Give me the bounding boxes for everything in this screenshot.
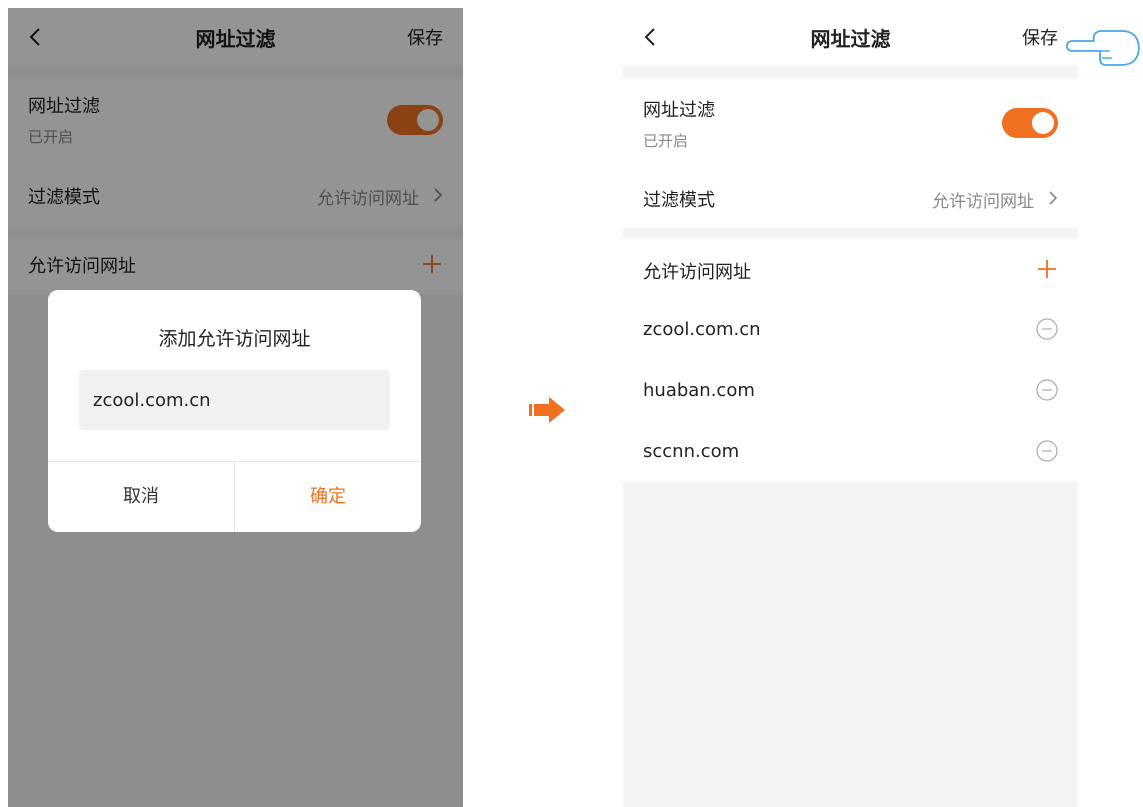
url-text: huaban.com [643,380,755,401]
allowed-urls-header: 允许访问网址 [643,262,751,283]
arrow-right-icon [527,395,567,425]
chevron-right-icon[interactable] [1046,187,1060,209]
save-button[interactable]: 保存 [1022,24,1058,50]
plus-icon[interactable] [1036,258,1058,280]
url-text: zcool.com.cn [643,319,761,340]
allowed-urls-card: 允许访问网址 zcool.com.cn huaban.com sccnn.com [623,238,1078,482]
cancel-button[interactable]: 取消 [48,461,234,532]
list-item: huaban.com [623,360,1078,421]
url-input[interactable] [79,370,390,430]
list-header: 允许访问网址 [623,238,1078,299]
pointing-hand-icon [1064,24,1142,68]
list-item: zcool.com.cn [623,299,1078,360]
list-item: sccnn.com [623,421,1078,482]
mode-value[interactable]: 允许访问网址 [932,187,1034,212]
filter-toggle[interactable] [1002,108,1058,138]
left-screen: 网址过滤 保存 网址过滤 已开启 过滤模式 允许访问网址 允许访问网址 添加允许… [8,8,463,807]
dialog-title: 添加允许访问网址 [158,328,311,350]
mode-label: 过滤模式 [643,190,715,211]
url-text: sccnn.com [643,441,740,462]
settings-card: 网址过滤 已开启 过滤模式 允许访问网址 [623,78,1078,228]
filter-label: 网址过滤 [643,100,715,121]
toggle-knob [1032,112,1054,134]
remove-icon[interactable] [1036,379,1058,401]
add-url-dialog: 添加允许访问网址 取消 确定 [48,290,421,532]
remove-icon[interactable] [1036,318,1058,340]
right-screen: 网址过滤 保存 网址过滤 已开启 过滤模式 允许访问网址 允许访问网址 zcoo… [623,8,1078,807]
confirm-button[interactable]: 确定 [235,461,421,532]
filter-status: 已开启 [643,132,689,150]
remove-icon[interactable] [1036,440,1058,462]
page-title: 网址过滤 [810,27,891,51]
navbar: 网址过滤 保存 [623,8,1078,66]
